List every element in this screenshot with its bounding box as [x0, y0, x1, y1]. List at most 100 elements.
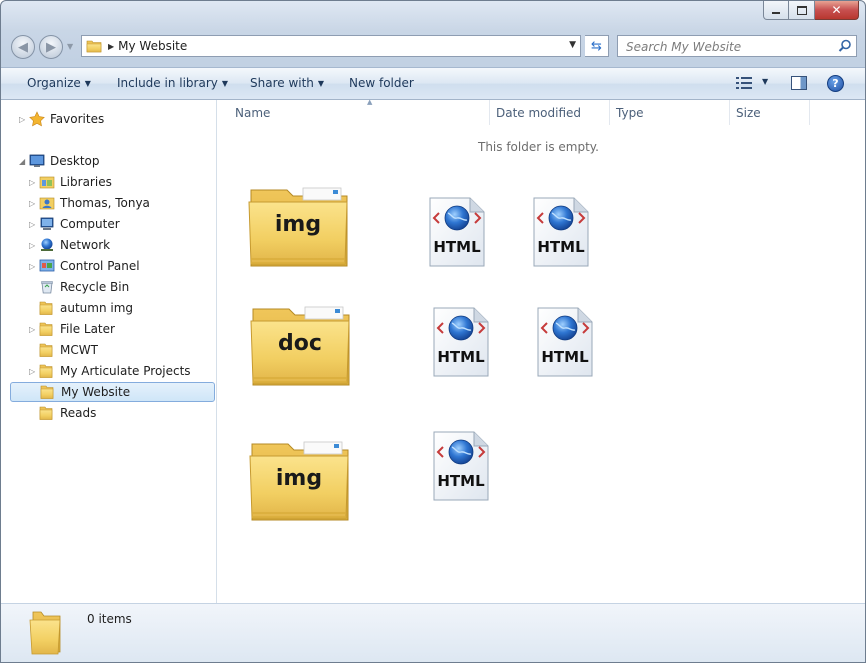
html-file-item[interactable]: HTML — [531, 196, 591, 268]
tree-item-favorites[interactable]: ▷ Favorites — [1, 109, 216, 129]
share-with-label: Share with — [250, 76, 314, 90]
network-icon — [41, 238, 53, 251]
back-arrow-icon: ◀ — [18, 39, 28, 55]
html-file-item[interactable]: HTML — [535, 306, 595, 378]
address-bar[interactable]: ▶ My Website ▼ — [81, 35, 581, 57]
tree-item-my-articulate-projects[interactable]: ▷ My Articulate Projects — [1, 361, 216, 381]
tree-item-network[interactable]: ▷ Network — [1, 235, 216, 255]
tree-item-my-website[interactable]: My Website — [10, 382, 215, 402]
folder-item[interactable]: img — [247, 186, 349, 268]
address-dropdown-icon[interactable]: ▼ — [569, 40, 576, 50]
folder-icon — [39, 406, 53, 420]
tree-item-mcwt[interactable]: MCWT — [1, 340, 216, 360]
tree-item-label: Thomas, Tonya — [60, 196, 150, 210]
back-button[interactable]: ◀ — [11, 35, 35, 59]
tree-item-computer[interactable]: ▷ Computer — [1, 214, 216, 234]
tree-item-recycle-bin[interactable]: Recycle Bin — [1, 277, 216, 297]
organize-button[interactable]: Organize ▼ — [27, 76, 91, 90]
tree-item-label: autumn img — [60, 301, 134, 315]
tree-item-label: Recycle Bin — [60, 280, 130, 294]
column-header-date-modified[interactable]: Date modified — [489, 100, 609, 125]
html-file-item[interactable]: HTML — [431, 430, 491, 502]
tree-item-file-later[interactable]: ▷ File Later — [1, 319, 216, 339]
organize-label: Organize — [27, 76, 81, 90]
folder-item[interactable]: img — [248, 440, 350, 522]
share-with-button[interactable]: Share with ▼ — [250, 76, 324, 90]
new-folder-button[interactable]: New folder — [349, 76, 414, 90]
minimize-button[interactable] — [763, 1, 789, 20]
column-header-label: Type — [616, 105, 644, 120]
column-header-type[interactable]: Type — [609, 100, 729, 125]
close-icon: ✕ — [831, 3, 842, 17]
expand-arrow-icon[interactable]: ▷ — [29, 241, 37, 250]
computer-icon — [40, 217, 54, 230]
folder-icon — [29, 611, 61, 655]
item-count: 0 items — [87, 612, 132, 626]
tree-item-libraries[interactable]: ▷ Libraries — [1, 172, 216, 192]
forward-arrow-icon: ▶ — [46, 39, 56, 55]
breadcrumb-chevron-icon[interactable]: ▶ — [108, 42, 114, 51]
tree-item-label: File Later — [60, 322, 115, 336]
html-file-icon — [431, 431, 491, 505]
close-button[interactable]: ✕ — [815, 1, 859, 20]
tree-item-reads[interactable]: Reads — [1, 403, 216, 423]
expand-arrow-icon[interactable]: ▷ — [29, 262, 37, 271]
desktop-icon — [29, 154, 45, 167]
navigation-bar: ◀ ▶ ▼ ▶ My Website ▼ ⇆ — [9, 33, 857, 61]
search-icon[interactable] — [838, 39, 852, 53]
refresh-icon: ⇆ — [591, 38, 602, 54]
html-file-item[interactable]: HTML — [431, 306, 491, 378]
search-input[interactable] — [624, 37, 828, 57]
expand-arrow-icon[interactable]: ▷ — [29, 199, 37, 208]
folder-icon — [248, 441, 350, 525]
tree-item-label: Network — [60, 238, 111, 252]
preview-pane-button[interactable] — [791, 76, 807, 90]
column-header-label: Date modified — [496, 105, 582, 120]
view-options-chevron-icon[interactable]: ▼ — [762, 77, 768, 86]
tree-item-label: Reads — [60, 406, 97, 420]
folder-item-label: img — [274, 212, 322, 237]
tree-item-desktop[interactable]: ◢ Desktop — [1, 151, 216, 171]
folder-item-label: img — [275, 466, 323, 491]
help-icon: ? — [832, 77, 839, 90]
expand-arrow-icon[interactable]: ▷ — [29, 178, 37, 187]
forward-button[interactable]: ▶ — [39, 35, 63, 59]
include-in-library-button[interactable]: Include in library ▼ — [117, 76, 228, 90]
maximize-icon — [796, 5, 807, 15]
html-file-item[interactable]: HTML — [427, 196, 487, 268]
new-folder-label: New folder — [349, 76, 414, 90]
search-box[interactable] — [617, 35, 857, 57]
tree-item-control-panel[interactable]: ▷ Control Panel — [1, 256, 216, 276]
column-header-size[interactable]: Size — [729, 100, 809, 125]
refresh-button[interactable]: ⇆ — [585, 35, 609, 57]
libraries-icon — [39, 176, 55, 189]
collapse-arrow-icon[interactable]: ◢ — [19, 157, 27, 166]
command-bar: Organize ▼ Include in library ▼ Share with… — [1, 67, 865, 100]
expand-arrow-icon[interactable]: ▷ — [29, 325, 37, 334]
recent-pages-chevron-icon[interactable]: ▼ — [67, 42, 73, 51]
html-file-icon — [431, 307, 491, 381]
change-view-icon[interactable] — [736, 77, 752, 89]
tree-item-thomas-tonya[interactable]: ▷ Thomas, Tonya — [1, 193, 216, 213]
column-header-name[interactable]: Name ▲ — [229, 98, 489, 125]
breadcrumb-current[interactable]: My Website — [118, 39, 187, 53]
html-file-label: HTML — [437, 472, 485, 490]
expand-arrow-icon[interactable]: ▷ — [19, 115, 27, 124]
column-divider — [809, 100, 810, 125]
column-header-label: Name — [235, 105, 271, 120]
expand-arrow-icon[interactable]: ▷ — [29, 367, 37, 376]
tree-item-autumn-img[interactable]: autumn img — [1, 298, 216, 318]
folder-item-label: doc — [278, 331, 322, 356]
tree-item-label: Desktop — [50, 154, 100, 168]
folder-item[interactable]: doc — [249, 305, 351, 387]
sort-ascending-icon: ▲ — [367, 98, 373, 106]
expand-arrow-icon[interactable]: ▷ — [29, 220, 37, 229]
html-file-label: HTML — [541, 348, 589, 366]
help-button[interactable]: ? — [827, 75, 844, 92]
tree-item-label: Favorites — [50, 112, 105, 126]
html-file-label: HTML — [537, 238, 585, 256]
maximize-button[interactable] — [789, 1, 815, 20]
recycle-bin-icon — [41, 281, 53, 294]
folder-icon — [39, 322, 53, 336]
chevron-down-icon: ▼ — [84, 79, 91, 88]
